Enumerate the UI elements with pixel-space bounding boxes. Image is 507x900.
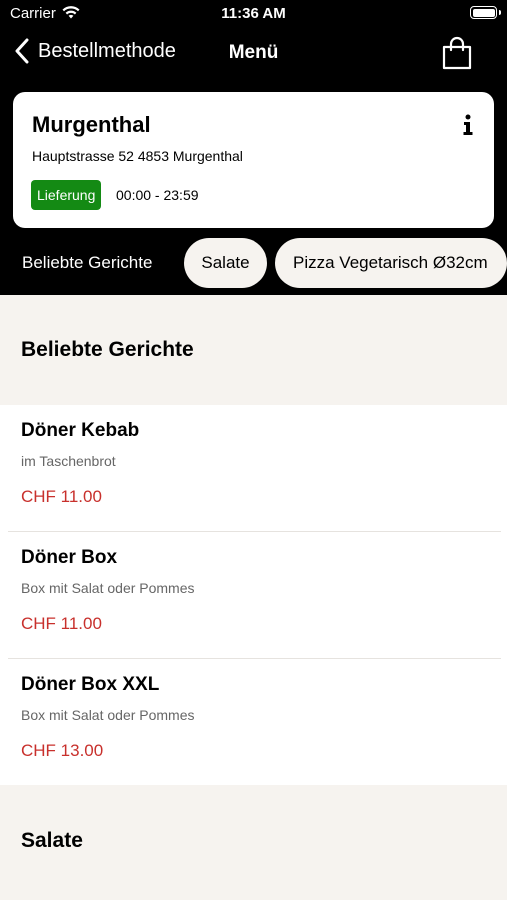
store-name: Murgenthal [32, 112, 151, 137]
status-bar: Carrier 11:36 AM [0, 0, 507, 28]
section-title: Salate [21, 829, 83, 852]
category-tabs: Beliebte Gerichte Salate Pizza Vegetaris… [0, 238, 507, 288]
item-price: CHF 11.00 [21, 614, 102, 633]
store-card[interactable]: Murgenthal Hauptstrasse 52 4853 Murgenth… [13, 92, 494, 228]
tab-pizza-vegetarisch[interactable]: Pizza Vegetarisch Ø32cm [275, 238, 507, 288]
item-name: Döner Kebab [21, 420, 140, 441]
item-description: Box mit Salat oder Pommes [21, 707, 195, 723]
section-header-beliebte-gerichte: Beliebte Gerichte [0, 295, 507, 405]
item-name: Döner Box [21, 547, 118, 568]
menu-item-list: Döner Kebab im Taschenbrot CHF 11.00 Dön… [0, 405, 507, 785]
store-address: Hauptstrasse 52 4853 Murgenthal [32, 148, 243, 164]
item-price: CHF 13.00 [21, 741, 104, 760]
item-description: im Taschenbrot [21, 453, 116, 469]
tab-beliebte-gerichte[interactable]: Beliebte Gerichte [22, 238, 152, 288]
info-icon[interactable] [460, 114, 476, 136]
header: Carrier 11:36 AM Bestellmethode Menü Mur… [0, 0, 507, 295]
item-price: CHF 11.00 [21, 487, 102, 506]
tab-salate[interactable]: Salate [184, 238, 267, 288]
delivery-badge: Lieferung [31, 180, 102, 210]
shopping-bag-icon[interactable] [441, 36, 473, 70]
status-time: 11:36 AM [221, 5, 286, 22]
section-title: Beliebte Gerichte [21, 338, 194, 361]
item-name: Döner Box XXL [21, 674, 160, 695]
menu-item-doener-box[interactable]: Döner Box Box mit Salat oder Pommes CHF … [0, 532, 507, 659]
menu-item-doener-kebab[interactable]: Döner Kebab im Taschenbrot CHF 11.00 [0, 405, 507, 532]
page-title: Menü [228, 42, 279, 63]
battery-icon [470, 6, 501, 19]
item-description: Box mit Salat oder Pommes [21, 580, 195, 596]
section-header-salate: Salate [0, 785, 507, 900]
menu-item-doener-box-xxl[interactable]: Döner Box XXL Box mit Salat oder Pommes … [0, 659, 507, 786]
opening-hours: 00:00 - 23:59 [116, 187, 199, 203]
